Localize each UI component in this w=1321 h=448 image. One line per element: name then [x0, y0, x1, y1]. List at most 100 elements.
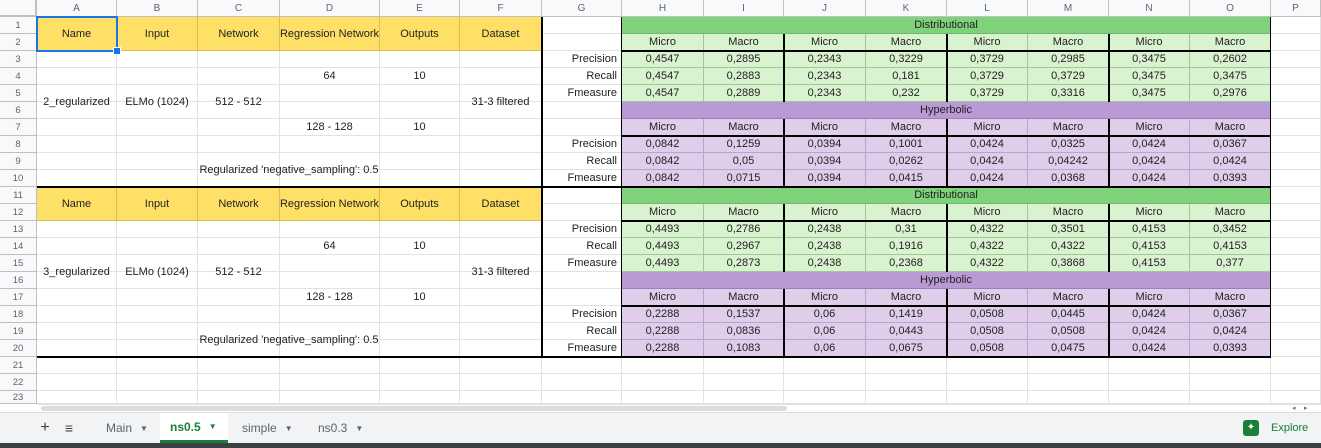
empty-cell[interactable] — [117, 374, 198, 391]
empty-cell[interactable] — [1271, 68, 1321, 85]
empty-cell[interactable] — [1109, 357, 1190, 374]
metric-label[interactable]: Fmeasure — [542, 170, 622, 187]
distributional-title-cell[interactable]: Distributional — [622, 17, 1271, 34]
scroll-left-icon[interactable]: ◂ — [1292, 404, 1296, 412]
micro-macro-header[interactable]: Macro — [1190, 204, 1271, 221]
empty-cell[interactable] — [542, 391, 622, 404]
metric-label[interactable]: Fmeasure — [542, 340, 622, 357]
value-cell[interactable]: 0,2786 — [704, 221, 784, 238]
value-cell[interactable]: 0,0424 — [1109, 340, 1190, 357]
value-cell[interactable]: 0,4153 — [1109, 221, 1190, 238]
empty-cell[interactable] — [947, 357, 1028, 374]
metric-label-blank[interactable] — [542, 17, 622, 51]
micro-macro-header[interactable]: Micro — [1109, 119, 1190, 136]
metric-label[interactable]: Precision — [542, 221, 622, 238]
empty-cell[interactable] — [784, 357, 866, 374]
micro-macro-header[interactable]: Micro — [947, 34, 1028, 51]
row-header[interactable]: 15 — [0, 255, 37, 272]
empty-cell[interactable] — [198, 391, 280, 404]
config-header-cell[interactable]: Name — [37, 187, 117, 221]
regression-network-cell[interactable]: 128 - 128 — [280, 272, 380, 323]
micro-macro-header[interactable]: Micro — [784, 289, 866, 306]
column-header[interactable]: A — [37, 0, 117, 17]
empty-cell[interactable] — [460, 374, 542, 391]
empty-cell[interactable] — [622, 357, 704, 374]
value-cell[interactable]: 0,2967 — [704, 238, 784, 255]
value-cell[interactable]: 0,2438 — [784, 255, 866, 272]
value-cell[interactable]: 0,2602 — [1190, 51, 1271, 68]
value-cell[interactable]: 0,4153 — [1190, 238, 1271, 255]
regression-network-cell[interactable]: 64 — [280, 51, 380, 102]
empty-cell[interactable] — [37, 391, 117, 404]
row-header[interactable]: 4 — [0, 68, 37, 85]
value-cell[interactable]: 0,232 — [866, 85, 947, 102]
value-cell[interactable]: 0,2343 — [784, 68, 866, 85]
tab-ns0.3[interactable]: ns0.3 ▼ — [308, 413, 376, 443]
micro-macro-header[interactable]: Macro — [1190, 34, 1271, 51]
value-cell[interactable]: 0,4322 — [947, 221, 1028, 238]
column-header[interactable]: I — [704, 0, 784, 17]
empty-cell[interactable] — [1271, 340, 1321, 357]
value-cell[interactable]: 0,2873 — [704, 255, 784, 272]
value-cell[interactable]: 0,3452 — [1190, 221, 1271, 238]
value-cell[interactable]: 0,0842 — [622, 153, 704, 170]
value-cell[interactable]: 0,3475 — [1109, 85, 1190, 102]
value-cell[interactable]: 0,0675 — [866, 340, 947, 357]
micro-macro-header[interactable]: Macro — [704, 34, 784, 51]
empty-cell[interactable] — [380, 357, 460, 374]
empty-cell[interactable] — [460, 357, 542, 374]
micro-macro-header[interactable]: Micro — [784, 34, 866, 51]
dataset-cell[interactable]: 31-3 filtered — [460, 221, 542, 323]
row-header[interactable]: 2 — [0, 34, 37, 51]
empty-cell[interactable] — [460, 391, 542, 404]
micro-macro-header[interactable]: Macro — [704, 204, 784, 221]
value-cell[interactable]: 0,0508 — [947, 340, 1028, 357]
value-cell[interactable]: 0,1419 — [866, 306, 947, 323]
value-cell[interactable]: 0,0424 — [947, 136, 1028, 153]
column-header[interactable]: M — [1028, 0, 1109, 17]
row-header[interactable]: 13 — [0, 221, 37, 238]
hyperbolic-title-cell[interactable]: Hyperbolic — [622, 272, 1271, 289]
value-cell[interactable]: 0,1001 — [866, 136, 947, 153]
metric-label-blank[interactable] — [542, 102, 622, 136]
micro-macro-header[interactable]: Micro — [947, 289, 1028, 306]
row-header[interactable]: 3 — [0, 51, 37, 68]
value-cell[interactable]: 0,2343 — [784, 85, 866, 102]
value-cell[interactable]: 0,4547 — [622, 85, 704, 102]
empty-cell[interactable] — [1028, 374, 1109, 391]
micro-macro-header[interactable]: Macro — [866, 34, 947, 51]
config-header-cell[interactable]: Dataset — [460, 187, 542, 221]
row-header[interactable]: 9 — [0, 153, 37, 170]
value-cell[interactable]: 0,2343 — [784, 51, 866, 68]
micro-macro-header[interactable]: Macro — [1028, 204, 1109, 221]
empty-cell[interactable] — [1271, 306, 1321, 323]
config-header-cell[interactable]: Outputs — [380, 17, 460, 51]
value-cell[interactable]: 0,4153 — [1109, 238, 1190, 255]
empty-cell[interactable] — [1271, 255, 1321, 272]
value-cell[interactable]: 0,377 — [1190, 255, 1271, 272]
empty-cell[interactable] — [622, 374, 704, 391]
distributional-title-cell[interactable]: Distributional — [622, 187, 1271, 204]
value-cell[interactable]: 0,4547 — [622, 68, 704, 85]
outputs-cell[interactable]: 10 — [380, 221, 460, 272]
empty-cell[interactable] — [1271, 34, 1321, 51]
experiment-name-cell[interactable]: 2_regularized — [37, 51, 117, 153]
column-header[interactable]: E — [380, 0, 460, 17]
micro-macro-header[interactable]: Micro — [622, 34, 704, 51]
value-cell[interactable]: 0,2438 — [784, 221, 866, 238]
menu-list-icon[interactable]: ≡ — [60, 413, 78, 443]
micro-macro-header[interactable]: Micro — [947, 204, 1028, 221]
metric-label[interactable]: Recall — [542, 238, 622, 255]
input-cell[interactable]: ELMo (1024) — [117, 51, 198, 153]
value-cell[interactable]: 0,1537 — [704, 306, 784, 323]
value-cell[interactable]: 0,4322 — [1028, 238, 1109, 255]
value-cell[interactable]: 0,3475 — [1109, 51, 1190, 68]
empty-cell[interactable] — [866, 357, 947, 374]
value-cell[interactable]: 0,0508 — [1028, 323, 1109, 340]
value-cell[interactable]: 0,0394 — [784, 170, 866, 187]
empty-cell[interactable] — [1271, 272, 1321, 289]
metric-label[interactable]: Recall — [542, 153, 622, 170]
empty-cell[interactable] — [198, 374, 280, 391]
metric-label[interactable]: Precision — [542, 306, 622, 323]
empty-cell[interactable] — [1190, 357, 1271, 374]
